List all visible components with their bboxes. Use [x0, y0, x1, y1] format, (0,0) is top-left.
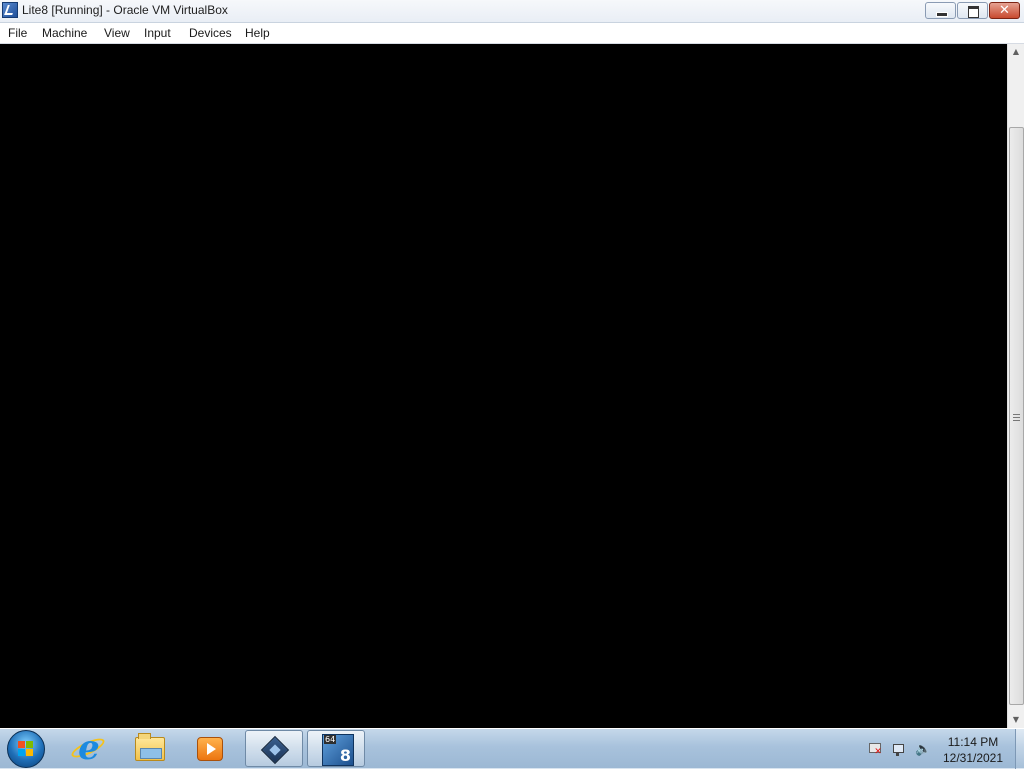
- menu-bar: File Machine View Input Devices Help: [0, 23, 1024, 44]
- lite8-vm-icon: 64 8: [322, 734, 354, 766]
- menu-help[interactable]: Help: [241, 25, 274, 41]
- action-center-flag-icon[interactable]: [867, 742, 883, 758]
- menu-file[interactable]: File: [4, 25, 31, 41]
- scroll-thumb[interactable]: [1009, 127, 1024, 705]
- windows-explorer-icon: [135, 733, 165, 761]
- show-desktop-button[interactable]: [1015, 729, 1024, 769]
- volume-icon[interactable]: 🔈: [915, 742, 931, 758]
- close-button[interactable]: ✕: [989, 2, 1020, 19]
- maximize-button[interactable]: [957, 2, 988, 19]
- taskbar-lite8-vm[interactable]: 64 8: [307, 730, 365, 767]
- clock-time: 11:14 PM: [947, 735, 999, 749]
- clock[interactable]: 11:14 PM 12/31/2021: [930, 734, 1016, 766]
- minimize-icon: [936, 12, 948, 17]
- window-title: Lite8 [Running] - Oracle VM VirtualBox: [22, 3, 228, 17]
- clock-date: 12/31/2021: [942, 751, 1004, 765]
- scroll-grip-icon: [1013, 414, 1020, 421]
- vm-64bit-badge: 64: [324, 735, 337, 744]
- menu-devices[interactable]: Devices: [185, 25, 236, 41]
- taskbar-windows-explorer[interactable]: [120, 730, 178, 767]
- vm-windows8-label: 8: [339, 746, 351, 765]
- vertical-scrollbar[interactable]: ▲ ▼: [1007, 44, 1024, 728]
- taskbar: e 64 8 🔈 11:14 PM 12/31/2021: [0, 728, 1024, 769]
- vm-display[interactable]: [0, 44, 1007, 728]
- scroll-up-icon[interactable]: ▲: [1008, 44, 1024, 60]
- taskbar-internet-explorer[interactable]: e: [60, 730, 118, 767]
- taskbar-media-player[interactable]: [181, 730, 239, 767]
- menu-view[interactable]: View: [100, 25, 134, 41]
- title-bar[interactable]: Lite8 [Running] - Oracle VM VirtualBox ✕: [0, 0, 1024, 23]
- taskbar-virtualbox[interactable]: [245, 730, 303, 767]
- start-button[interactable]: [7, 730, 45, 768]
- minimize-button[interactable]: [925, 2, 956, 19]
- media-player-icon: [197, 737, 223, 761]
- network-icon[interactable]: [891, 742, 907, 758]
- virtualbox-window: Lite8 [Running] - Oracle VM VirtualBox ✕…: [0, 0, 1024, 728]
- virtualbox-vm-icon[interactable]: [2, 2, 18, 18]
- scroll-down-icon[interactable]: ▼: [1008, 712, 1024, 728]
- menu-input[interactable]: Input: [140, 25, 175, 41]
- internet-explorer-icon: e: [78, 728, 100, 768]
- menu-machine[interactable]: Machine: [38, 25, 91, 41]
- maximize-icon: [968, 6, 979, 18]
- close-icon: ✕: [999, 3, 1010, 18]
- windows-logo-icon: [18, 741, 34, 757]
- virtualbox-icon: [260, 735, 290, 765]
